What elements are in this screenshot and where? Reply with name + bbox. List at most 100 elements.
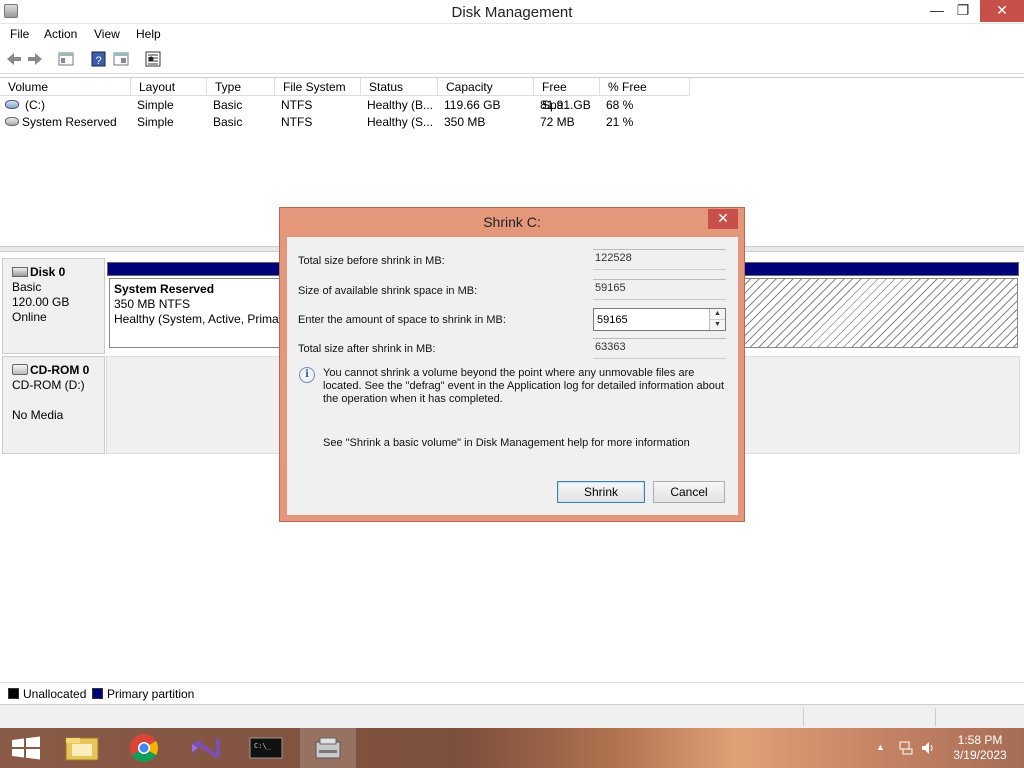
menu-action[interactable]: Action — [44, 27, 77, 41]
dialog-close-button[interactable]: ✕ — [708, 209, 738, 229]
decrement-arrow-icon[interactable]: ▼ — [710, 319, 725, 329]
cell-percent-free: 68 % — [606, 98, 634, 112]
windows-logo-icon — [12, 736, 40, 760]
legend: Unallocated Primary partition — [0, 682, 1024, 704]
column-file-system[interactable]: File System — [275, 78, 361, 96]
cell-status: Healthy (S... — [367, 115, 434, 129]
partition-status: Healthy (System, Active, Primar — [114, 312, 283, 326]
column-volume[interactable]: Volume — [0, 78, 131, 96]
cell-status: Healthy (B... — [367, 98, 434, 112]
cell-layout: Simple — [137, 98, 174, 112]
column-percent-free[interactable]: % Free — [600, 78, 690, 96]
amount-label: Enter the amount of space to shrink in M… — [298, 314, 506, 326]
forward-icon[interactable] — [26, 50, 44, 68]
stepper-arrows[interactable]: ▲ ▼ — [709, 309, 725, 330]
status-segment — [803, 708, 804, 726]
shrink-amount-stepper[interactable]: ▲ ▼ — [593, 308, 726, 331]
cdrom-0-media: No Media — [12, 408, 64, 422]
column-free-space[interactable]: Free Spa... — [534, 78, 600, 112]
volume-icon[interactable] — [920, 740, 936, 768]
available-value: 59165 — [593, 279, 726, 300]
total-before-label: Total size before shrink in MB: — [298, 255, 445, 267]
column-capacity[interactable]: Capacity — [438, 78, 534, 96]
primary-swatch — [92, 688, 103, 699]
table-row[interactable]: (C:) Simple Basic NTFS Healthy (B... 119… — [0, 97, 700, 114]
cdrom-0-drive: CD-ROM (D:) — [12, 378, 85, 392]
cell-free-space: 81.91 GB — [540, 98, 591, 112]
menu-file[interactable]: File — [10, 27, 29, 41]
cell-capacity: 350 MB — [444, 115, 486, 129]
column-status[interactable]: Status — [361, 78, 438, 96]
file-explorer-icon[interactable] — [54, 728, 110, 768]
taskbar: C:\_ ▲ 1:58 PM 3/19/2023 — [0, 728, 1024, 768]
command-prompt-icon[interactable]: C:\_ — [238, 728, 294, 768]
clock-date: 3/19/2023 — [953, 748, 1007, 762]
column-layout[interactable]: Layout — [131, 78, 207, 96]
total-after-value: 63363 — [593, 338, 726, 359]
menu-view[interactable]: View — [94, 27, 120, 41]
disk-0-size: 120.00 GB — [12, 295, 70, 309]
cell-capacity: 119.66 GB — [444, 98, 501, 112]
console-icon[interactable] — [112, 50, 130, 68]
svg-text:?: ? — [95, 55, 101, 67]
status-bar — [0, 704, 1024, 728]
clock-time: 1:58 PM — [957, 733, 1003, 747]
toolbar: ? — [0, 44, 1024, 74]
dialog-body: Total size before shrink in MB: 122528 S… — [287, 237, 738, 515]
back-icon[interactable] — [5, 50, 23, 68]
table-row[interactable]: System Reserved Simple Basic NTFS Health… — [0, 114, 700, 131]
cell-type: Basic — [213, 115, 243, 129]
settings-icon[interactable] — [144, 50, 162, 68]
disk-0-status: Online — [12, 310, 47, 324]
menu-bar: File Action View Help — [0, 24, 1024, 44]
legend-unallocated: Unallocated — [23, 687, 87, 701]
partition-size: 350 MB NTFS — [114, 297, 191, 311]
help-icon[interactable]: ? — [90, 50, 108, 68]
properties-icon[interactable] — [57, 50, 75, 68]
drive-icon — [5, 117, 19, 126]
network-icon[interactable] — [898, 740, 914, 768]
disk-0-label[interactable]: Disk 0 Basic 120.00 GB Online — [2, 258, 105, 354]
column-type[interactable]: Type — [207, 78, 275, 96]
cell-file-system: NTFS — [281, 98, 313, 112]
shrink-amount-input[interactable] — [594, 309, 706, 330]
shrink-dialog: Shrink C: ✕ Total size before shrink in … — [279, 207, 745, 522]
info-icon: i — [299, 367, 315, 383]
disk-0-name: Disk 0 — [30, 265, 66, 279]
cell-volume: (C:) — [25, 98, 45, 112]
chrome-icon[interactable] — [116, 728, 172, 768]
menu-help[interactable]: Help — [136, 27, 161, 41]
visual-studio-icon[interactable] — [178, 728, 234, 768]
disk-0-type: Basic — [12, 280, 42, 294]
dialog-title: Shrink C: — [483, 214, 541, 230]
help-text: See "Shrink a basic volume" in Disk Mana… — [323, 437, 690, 449]
show-hidden-icons-icon[interactable]: ▲ — [876, 742, 885, 768]
maximize-button[interactable]: ❐ — [950, 0, 976, 22]
system-reserved-partition[interactable]: System Reserved 350 MB NTFS Healthy (Sys… — [109, 278, 289, 348]
title-bar: Disk Management — ❐ ✕ — [0, 0, 1024, 24]
cell-volume: System Reserved — [22, 115, 117, 129]
partition-name: System Reserved — [114, 282, 215, 296]
drive-icon — [5, 100, 19, 109]
window-title: Disk Management — [451, 4, 573, 21]
legend-primary: Primary partition — [107, 687, 195, 701]
start-button[interactable] — [0, 728, 56, 768]
unallocated-swatch — [8, 688, 19, 699]
svg-text:C:\_: C:\_ — [254, 742, 272, 750]
cdrom-0-label[interactable]: CD-ROM 0 CD-ROM (D:) No Media — [2, 356, 105, 454]
volume-list-header: Volume Layout Type File System Status Ca… — [0, 78, 690, 112]
cancel-button[interactable]: Cancel — [653, 481, 725, 503]
cell-file-system: NTFS — [281, 115, 313, 129]
cell-type: Basic — [213, 98, 243, 112]
disk-management-icon[interactable] — [300, 728, 356, 768]
available-label: Size of available shrink space in MB: — [298, 285, 478, 297]
cell-percent-free: 21 % — [606, 115, 634, 129]
close-button[interactable]: ✕ — [980, 0, 1024, 22]
info-text: You cannot shrink a volume beyond the po… — [323, 367, 725, 405]
minimize-button[interactable]: — — [924, 0, 950, 22]
increment-arrow-icon[interactable]: ▲ — [710, 309, 725, 319]
shrink-button[interactable]: Shrink — [557, 481, 645, 503]
cdrom-0-name: CD-ROM 0 — [30, 363, 90, 377]
system-clock[interactable]: 1:58 PM 3/19/2023 — [944, 733, 1016, 763]
cell-layout: Simple — [137, 115, 174, 129]
